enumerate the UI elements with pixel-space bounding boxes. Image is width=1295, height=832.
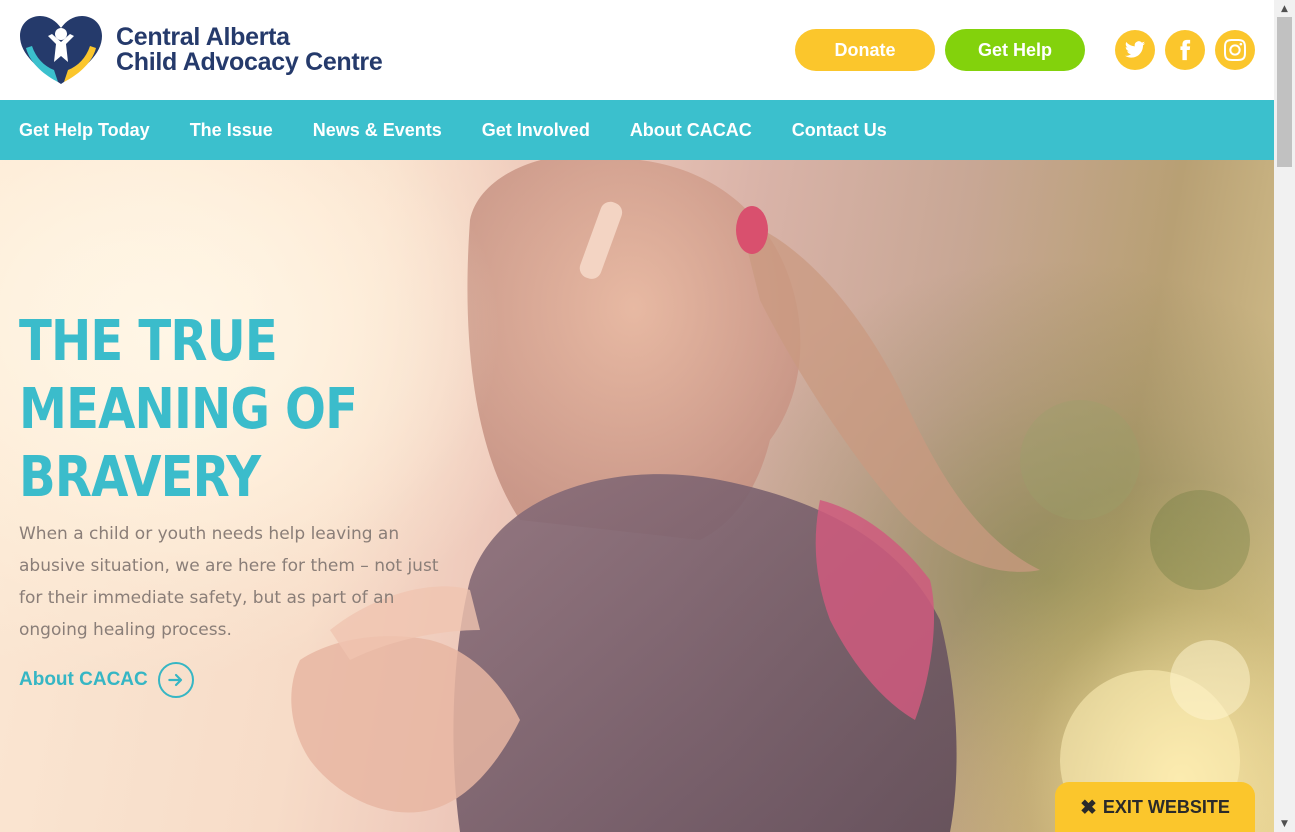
instagram-link[interactable] xyxy=(1215,30,1255,70)
twitter-link[interactable] xyxy=(1115,30,1155,70)
scroll-down-arrow-icon[interactable]: ▼ xyxy=(1274,815,1295,832)
hero-title-line-2: Meaning of xyxy=(19,377,358,442)
page: Central Alberta Child Advocacy Centre Do… xyxy=(0,0,1295,832)
site-logo[interactable]: Central Alberta Child Advocacy Centre xyxy=(18,14,398,86)
site-header: Central Alberta Child Advocacy Centre Do… xyxy=(0,0,1274,100)
hero-title-line-1: The True xyxy=(19,309,278,374)
nav-item-get-involved[interactable]: Get Involved xyxy=(482,120,590,141)
scrollbar-thumb[interactable] xyxy=(1277,17,1292,167)
heart-hands-child-logo-icon xyxy=(20,16,102,84)
logo-line-2: Child Advocacy Centre xyxy=(116,48,383,76)
hero-title: The True Meaning of Bravery xyxy=(19,308,380,512)
hero-description: When a child or youth needs help leaving… xyxy=(19,524,439,640)
arrow-right-icon xyxy=(157,662,194,698)
nav-item-about-cacac[interactable]: About CACAC xyxy=(630,120,752,141)
hero-banner: The True Meaning of Bravery When a child… xyxy=(0,160,1274,832)
instagram-icon xyxy=(1224,39,1246,61)
close-icon: ✖ xyxy=(1080,796,1097,819)
get-help-button[interactable]: Get Help xyxy=(945,29,1085,71)
exit-website-label: EXIT WEBSITE xyxy=(1102,796,1230,817)
donate-button[interactable]: Donate xyxy=(795,29,935,71)
hero-title-line-3: Bravery xyxy=(19,445,261,510)
facebook-link[interactable] xyxy=(1165,30,1205,70)
exit-website-button[interactable]: ✖ EXIT WEBSITE xyxy=(1055,782,1255,832)
nav-item-the-issue[interactable]: The Issue xyxy=(190,120,273,141)
twitter-icon xyxy=(1124,41,1146,58)
nav-item-contact-us[interactable]: Contact Us xyxy=(792,120,887,141)
about-cacac-link-label: About CACAC xyxy=(19,669,148,690)
main-nav: Get Help Today The Issue News & Events G… xyxy=(0,100,1274,160)
nav-item-get-help-today[interactable]: Get Help Today xyxy=(19,120,150,141)
facebook-icon xyxy=(1180,39,1191,61)
scroll-up-arrow-icon[interactable]: ▲ xyxy=(1274,0,1295,17)
logo-line-1: Central Alberta xyxy=(116,23,290,51)
nav-item-news-events[interactable]: News & Events xyxy=(313,120,442,141)
about-cacac-link[interactable]: About CACAC xyxy=(19,662,194,698)
logo-text: Central Alberta Child Advocacy Centre xyxy=(116,23,383,76)
scrollbar[interactable]: ▲ ▼ xyxy=(1274,0,1295,832)
